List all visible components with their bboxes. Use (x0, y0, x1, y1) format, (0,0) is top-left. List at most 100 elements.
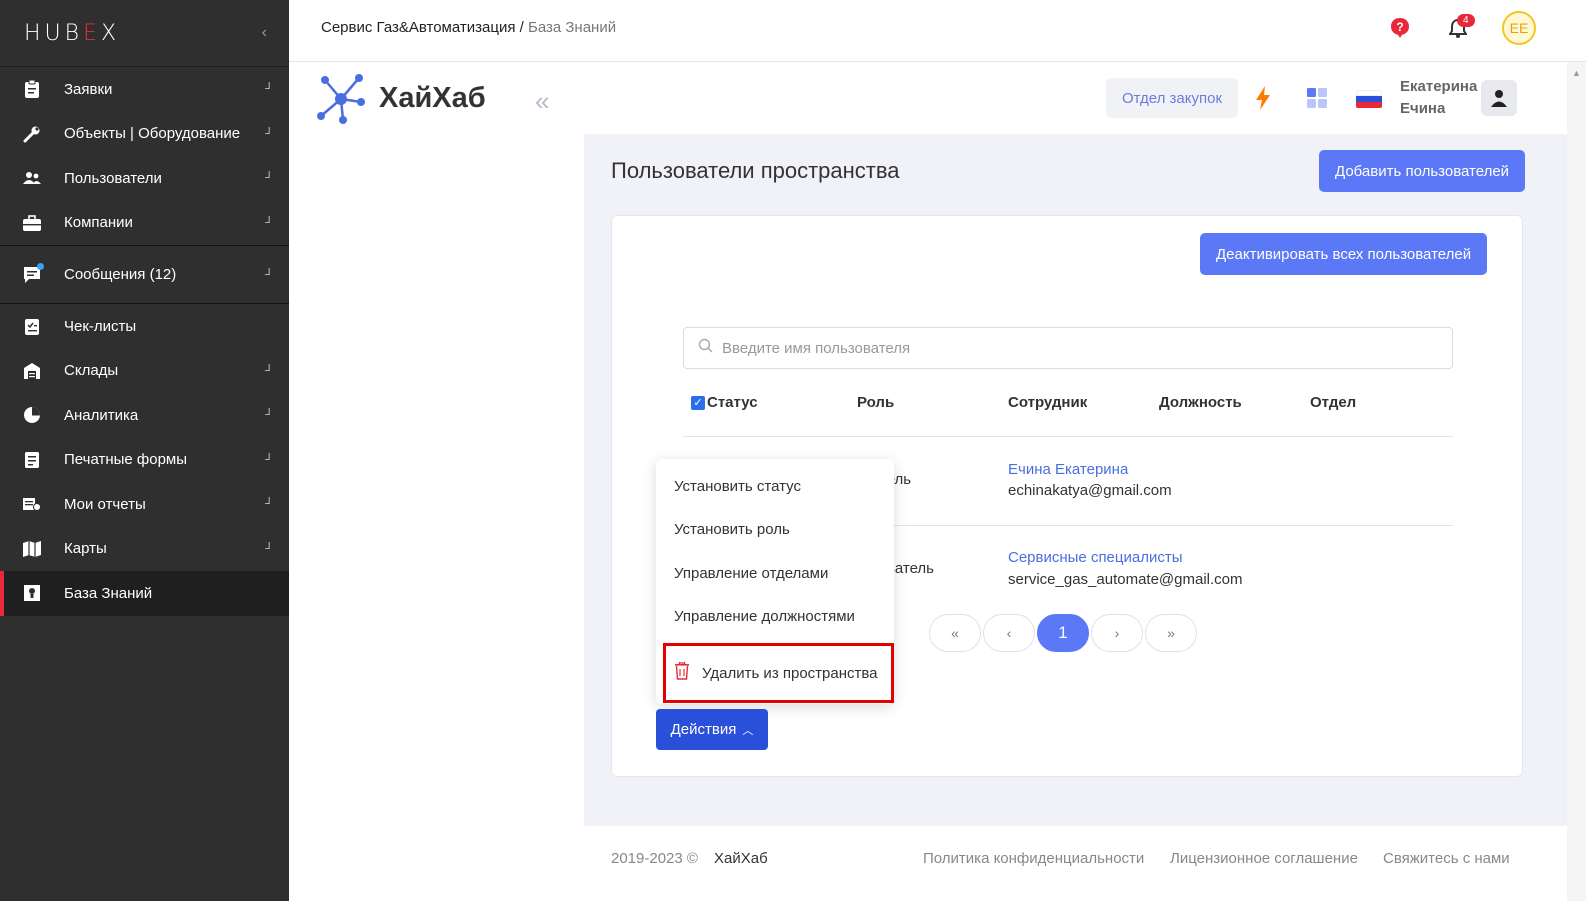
notifications-badge: 4 (1457, 14, 1475, 27)
trash-icon (674, 661, 690, 684)
help-icon[interactable]: ? (1390, 17, 1410, 39)
breadcrumb-separator: / (515, 19, 528, 36)
select-all-checkbox[interactable]: ✓ (691, 395, 705, 410)
employee-link[interactable]: Сервисные специалисты (1008, 549, 1183, 566)
table-divider (683, 436, 1453, 437)
page-footer: 2019-2023 © ХайХаб Политика конфиденциал… (584, 826, 1567, 901)
menu-item-manage-departments[interactable]: Управление отделами (674, 565, 828, 582)
sidebar-item-label: База Знаний (64, 584, 153, 602)
sidebar-item-analytics[interactable]: Аналитика ┘ (0, 393, 289, 438)
column-header-employee[interactable]: Сотрудник (1008, 394, 1087, 411)
sidebar-item-label: Заявки (64, 80, 113, 98)
users-icon (22, 168, 42, 188)
russian-flag-icon[interactable] (1356, 90, 1382, 108)
page-first-button[interactable]: « (929, 614, 981, 652)
footer-copyright: 2019-2023 © (611, 850, 698, 867)
footer-contact-link[interactable]: Свяжитесь с нами (1383, 850, 1510, 867)
sidebar-item-requests[interactable]: Заявки ┘ (0, 67, 289, 112)
search-icon (698, 338, 714, 359)
footer-brand: ХайХаб (714, 850, 768, 867)
menu-item-manage-positions[interactable]: Управление должностями (674, 608, 855, 625)
workspace-logo-text: ХайХаб (379, 82, 486, 114)
svg-text:?: ? (1396, 20, 1403, 34)
employee-link[interactable]: Ечина Екатерина (1008, 461, 1128, 478)
breadcrumb-company[interactable]: Сервис Газ&Автоматизация (321, 19, 515, 36)
user-avatar[interactable]: ЕЕ (1502, 11, 1536, 45)
map-icon (22, 539, 42, 559)
sidebar-item-print-forms[interactable]: Печатные формы ┘ (0, 438, 289, 483)
sidebar-item-warehouses[interactable]: Склады ┘ (0, 349, 289, 394)
unread-dot-icon (37, 262, 44, 270)
sidebar-item-companies[interactable]: Компании ┘ (0, 201, 289, 246)
warehouse-icon (22, 361, 42, 381)
expand-arrow-icon: ┘ (265, 216, 273, 229)
user-profile-icon[interactable] (1481, 80, 1517, 116)
apps-grid-icon[interactable] (1307, 88, 1327, 113)
sidebar-item-checklists[interactable]: Чек-листы (0, 304, 289, 349)
sidebar-item-objects[interactable]: Объекты | Оборудование ┘ (0, 112, 289, 157)
checklist-icon (22, 316, 42, 336)
breadcrumb: Сервис Газ&Автоматизация / База Знаний (321, 19, 616, 36)
pie-chart-icon (22, 405, 42, 425)
expand-arrow-icon: ┘ (265, 83, 273, 96)
sidebar-item-my-reports[interactable]: Мои отчеты ┘ (0, 482, 289, 527)
add-users-button[interactable]: Добавить пользователей (1319, 150, 1526, 192)
sidebar-item-messages[interactable]: Сообщения (12) ┘ (0, 246, 289, 303)
sidebar-item-label: Мои отчеты (64, 495, 146, 513)
page-prev-button[interactable]: ‹ (983, 614, 1035, 652)
employee-email: echinakatya@gmail.com (1008, 482, 1172, 499)
menu-item-label: Удалить из пространства (702, 664, 878, 682)
hyhab-logo-icon (317, 74, 365, 124)
content-header: Отдел закупок Екатерина Ечина (584, 62, 1567, 134)
column-header-role[interactable]: Роль (857, 394, 894, 411)
page-current-button[interactable]: 1 (1037, 614, 1089, 652)
sidebar-item-maps[interactable]: Карты ┘ (0, 527, 289, 572)
page-next-button[interactable]: › (1091, 614, 1143, 652)
footer-license-link[interactable]: Лицензионное соглашение (1170, 850, 1358, 867)
column-header-position[interactable]: Должность (1159, 394, 1242, 411)
sidebar-item-label: Печатные формы (64, 451, 188, 469)
menu-item-remove-from-space[interactable]: Удалить из пространства (663, 643, 894, 703)
page-title: Пользователи пространства (611, 158, 900, 183)
knowledge-icon (22, 583, 42, 603)
footer-privacy-link[interactable]: Политика конфиденциальности (923, 850, 1144, 867)
clipboard-icon (22, 79, 42, 99)
reports-icon (22, 494, 42, 514)
actions-button-label: Действия (670, 721, 737, 738)
top-bar: Сервис Газ&Автоматизация / База Знаний ?… (289, 0, 1586, 62)
sidebar-header: HUBEX ‹ (0, 0, 289, 67)
column-header-department[interactable]: Отдел (1310, 394, 1356, 411)
user-name: Екатерина Ечина (1400, 76, 1477, 120)
collapse-panel-icon[interactable]: « (535, 86, 549, 117)
deactivate-all-button[interactable]: Деактивировать всех пользователей (1200, 233, 1488, 275)
column-header-status[interactable]: ✓ Статус (691, 394, 758, 411)
sidebar-collapse-icon[interactable]: ‹ (262, 24, 267, 42)
page-last-button[interactable]: » (1145, 614, 1197, 652)
sidebar-item-label: Склады (64, 362, 119, 380)
sidebar-item-label: Сообщения (12) (64, 266, 177, 283)
search-input[interactable] (722, 339, 1422, 357)
sidebar-item-label: Объекты | Оборудование (64, 125, 241, 143)
actions-button[interactable]: Действия ︿ (656, 709, 768, 750)
expand-arrow-icon: ┘ (265, 498, 273, 511)
scroll-up-icon[interactable]: ▲ (1572, 68, 1581, 78)
sidebar-item-users[interactable]: Пользователи ┘ (0, 156, 289, 201)
pagination: « ‹ 1 › » (929, 614, 1197, 652)
user-search-field[interactable] (683, 327, 1453, 369)
lightning-icon[interactable] (1254, 86, 1272, 116)
user-first-name: Екатерина (1400, 78, 1478, 95)
expand-arrow-icon: ┘ (265, 172, 273, 185)
briefcase-icon (22, 213, 42, 233)
menu-item-set-status[interactable]: Установить статус (674, 478, 801, 495)
expand-arrow-icon: ┘ (265, 409, 273, 422)
expand-arrow-icon: ┘ (265, 453, 273, 466)
employee-email: service_gas_automate@gmail.com (1008, 571, 1243, 588)
department-button[interactable]: Отдел закупок (1106, 78, 1239, 118)
page-scrollbar[interactable]: ▲ (1567, 62, 1586, 901)
expand-arrow-icon: ┘ (265, 364, 273, 377)
sidebar-item-label: Карты (64, 540, 107, 558)
sidebar-item-knowledge-base[interactable]: База Знаний (0, 571, 289, 616)
header-label: Статус (707, 394, 758, 411)
menu-item-set-role[interactable]: Установить роль (674, 521, 790, 538)
hubex-logo[interactable]: HUBEX (24, 21, 120, 46)
